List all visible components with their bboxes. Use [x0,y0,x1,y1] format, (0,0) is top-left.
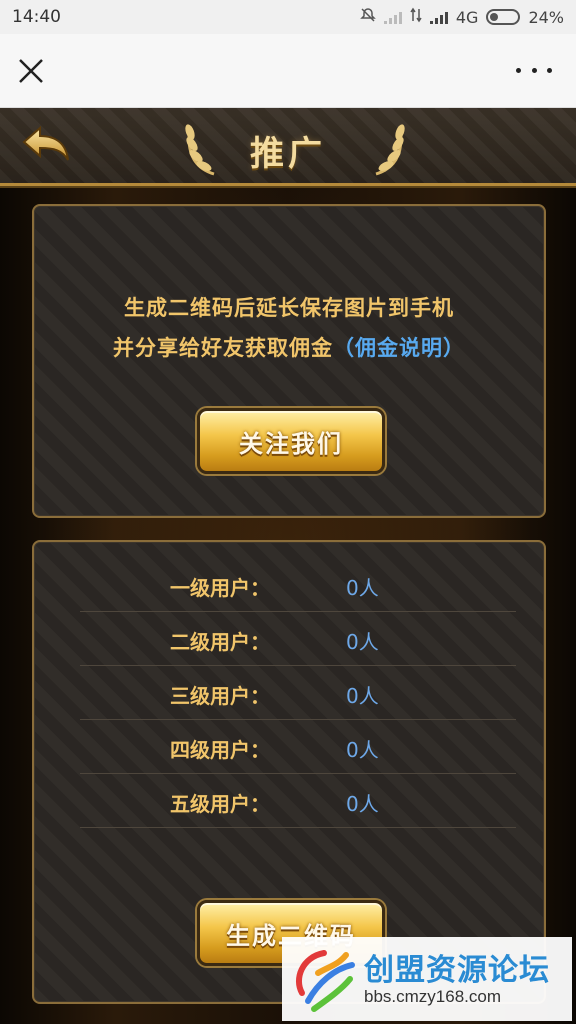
forum-url: bbs.cmzy168.com [364,987,501,1006]
follow-us-button[interactable]: 关注我们 [197,408,385,474]
browser-title-bar [0,34,576,108]
user-level-row: 三级用户： 0人 [80,666,516,720]
promo-instruction-line1: 生成二维码后延长保存图片到手机 [124,296,454,320]
user-level-row: 四级用户： 0人 [80,720,516,774]
user-level-row: 五级用户： 0人 [80,774,516,828]
status-bar: 14:40 4G 24% [0,0,576,34]
network-type: 4G [455,7,479,27]
user-level-count: 0人 [346,630,379,654]
battery-level: 24% [528,7,564,27]
forum-logo-icon [288,943,360,1015]
user-level-label: 五级用户： [170,792,270,816]
promo-instruction-text: 并分享给好友获取佣金 [113,336,333,360]
status-time: 14:40 [12,7,61,27]
promo-panel: 生成二维码后延长保存图片到手机 并分享给好友获取佣金（佣金说明） 关注我们 [32,204,546,518]
battery-icon [486,9,521,25]
forum-title: 创盟资源论坛 [364,953,550,988]
game-view: 推广 生成二维码后延长保存图片到手机 并分享给好友获取佣金（佣金说明） 关注我们… [0,108,576,1024]
user-level-label: 三级用户： [170,684,270,708]
signal-1-icon [383,10,402,24]
commission-info-link[interactable]: （佣金说明） [333,336,465,360]
user-level-count: 0人 [346,684,379,708]
user-level-label: 二级用户： [170,630,270,654]
laurel-right-icon [366,118,410,178]
more-icon[interactable] [516,58,552,82]
data-arrows-icon [410,7,422,27]
user-level-count: 0人 [346,738,379,762]
user-level-count: 0人 [346,576,379,600]
user-level-row: 二级用户： 0人 [80,612,516,666]
promo-instruction-line2: 并分享给好友获取佣金（佣金说明） [34,332,544,362]
close-icon[interactable] [14,54,48,88]
page-title: 推广 [250,134,326,174]
user-levels-panel: 一级用户： 0人 二级用户： 0人 三级用户： 0人 四级用户： 0人 五级用户… [32,540,546,1004]
forum-watermark: 创盟资源论坛 bbs.cmzy168.com [282,937,572,1021]
signal-2-icon [429,10,448,24]
user-level-label: 一级用户： [170,576,270,600]
user-level-row: 一级用户： 0人 [80,558,516,612]
mute-icon [360,7,376,27]
user-level-count: 0人 [346,792,379,816]
game-header: 推广 [0,108,576,186]
status-icons: 4G 24% [360,7,564,27]
user-level-label: 四级用户： [170,738,270,762]
